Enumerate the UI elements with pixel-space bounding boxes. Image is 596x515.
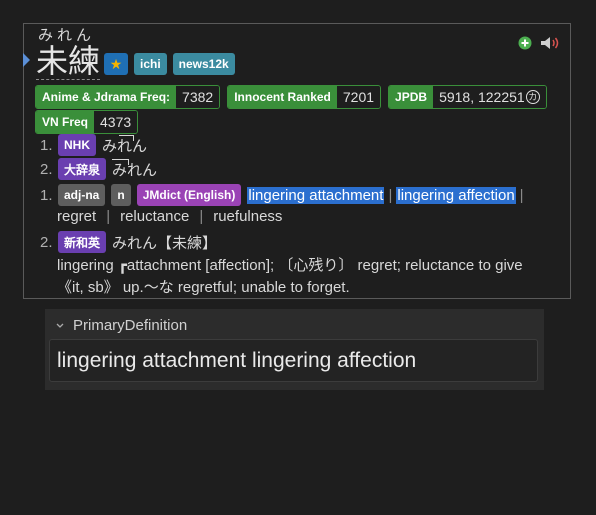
chevron-down-icon[interactable] [55, 317, 65, 334]
tag-ichi[interactable]: ichi [134, 53, 167, 75]
pitch-reading: みれん [102, 134, 147, 156]
dictionary-entry-card: みれん 未練 ★ ichi news12k Anime & Jdrama Fre… [23, 23, 571, 299]
definition-2-line-1: lingering ┏attachment [affection]; 〔心残り〕… [57, 257, 523, 274]
pitch-source-daijisen[interactable]: 大辞泉 [58, 158, 107, 180]
headword-furigana: みれん [38, 27, 96, 44]
freq-jpdb[interactable]: JPDB 5918, 122251 カ [388, 85, 547, 109]
gloss-item[interactable]: reluctance [120, 208, 189, 225]
pitch-accent-1: 1. NHK みれん [40, 134, 147, 156]
definition-1-header: 1. adj-na n JMdict (English) lingering a… [40, 184, 528, 206]
headword-kanji[interactable]: 未練 [36, 44, 101, 80]
definition-2-body: lingering ┏attachment [affection]; 〔心残り〕… [57, 255, 557, 299]
priority-star-icon[interactable]: ★ [104, 53, 128, 75]
frequency-row-1: Anime & Jdrama Freq: 7382 Innocent Ranke… [35, 85, 547, 109]
tag-jmdict[interactable]: JMdict (English) [136, 184, 242, 206]
headword-tags: ★ ichi news12k [104, 53, 235, 75]
pitch-reading: みれん [112, 158, 157, 180]
tag-adj-na[interactable]: adj-na [58, 184, 106, 206]
headword[interactable]: みれん 未練 [36, 27, 101, 80]
frequency-row-2: VN Freq 4373 [35, 110, 139, 134]
kana-circle-icon: カ [525, 90, 540, 104]
definition-1-continued: regret | reluctance | ruefulness [57, 208, 283, 225]
freq-anime-jdrama[interactable]: Anime & Jdrama Freq: 7382 [35, 85, 221, 109]
entry-actions [518, 36, 560, 55]
pitch-overline [119, 134, 134, 141]
pitch-source-nhk[interactable]: NHK [58, 134, 96, 156]
gloss-item[interactable]: regret [57, 208, 96, 225]
panel-header[interactable]: PrimaryDefinition [55, 317, 187, 334]
tag-news12k[interactable]: news12k [172, 53, 235, 75]
entry-pointer [23, 53, 30, 67]
definition-2-headline: みれん【未練】 [112, 234, 218, 252]
play-audio-icon[interactable] [540, 36, 560, 55]
primary-definition-panel: PrimaryDefinition lingering attachment l… [45, 309, 544, 390]
gloss-item[interactable]: ruefulness [213, 208, 282, 225]
freq-innocent-ranked[interactable]: Innocent Ranked 7201 [227, 85, 382, 109]
panel-title: PrimaryDefinition [73, 317, 188, 334]
pitch-accent-2: 2. 大辞泉 みれん [40, 158, 157, 180]
gloss-list: lingering attachment | lingering affection… [247, 186, 524, 204]
definition-2-line-2: 《it, sb》 up.〜な regretful; unable to forg… [57, 279, 350, 296]
dict-tag-shinwaei[interactable]: 新和英 [58, 231, 107, 253]
pitch-overline [112, 158, 130, 165]
gloss-item[interactable]: lingering attachment [247, 186, 385, 204]
tag-n[interactable]: n [111, 184, 131, 206]
primary-definition-field[interactable]: lingering attachment lingering affection [49, 339, 538, 382]
definition-2-header: 2. 新和英 みれん【未練】 [40, 231, 217, 253]
gloss-item[interactable]: lingering affection [396, 186, 516, 204]
freq-vn[interactable]: VN Freq 4373 [35, 110, 139, 134]
add-note-icon[interactable] [518, 36, 532, 55]
